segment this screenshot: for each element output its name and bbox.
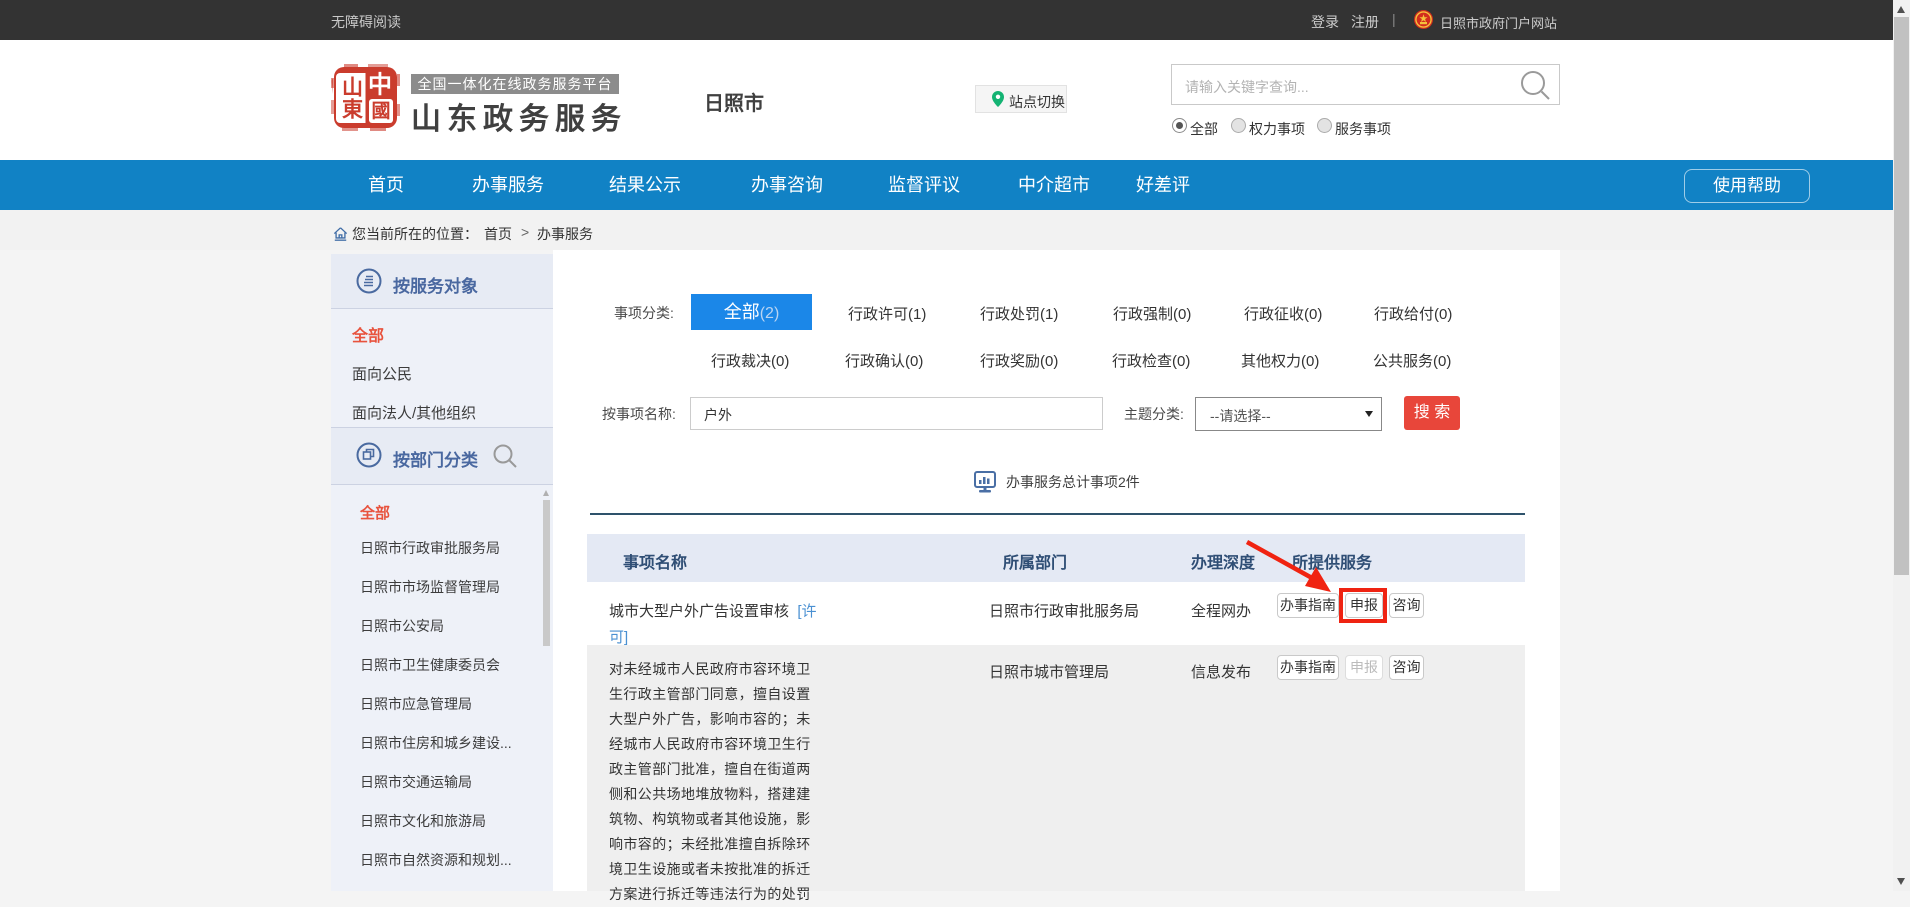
svg-text:山: 山 bbox=[342, 77, 363, 100]
svg-text:國: 國 bbox=[371, 100, 390, 122]
svg-text:東: 東 bbox=[342, 99, 363, 122]
svg-text:中: 中 bbox=[368, 71, 392, 98]
